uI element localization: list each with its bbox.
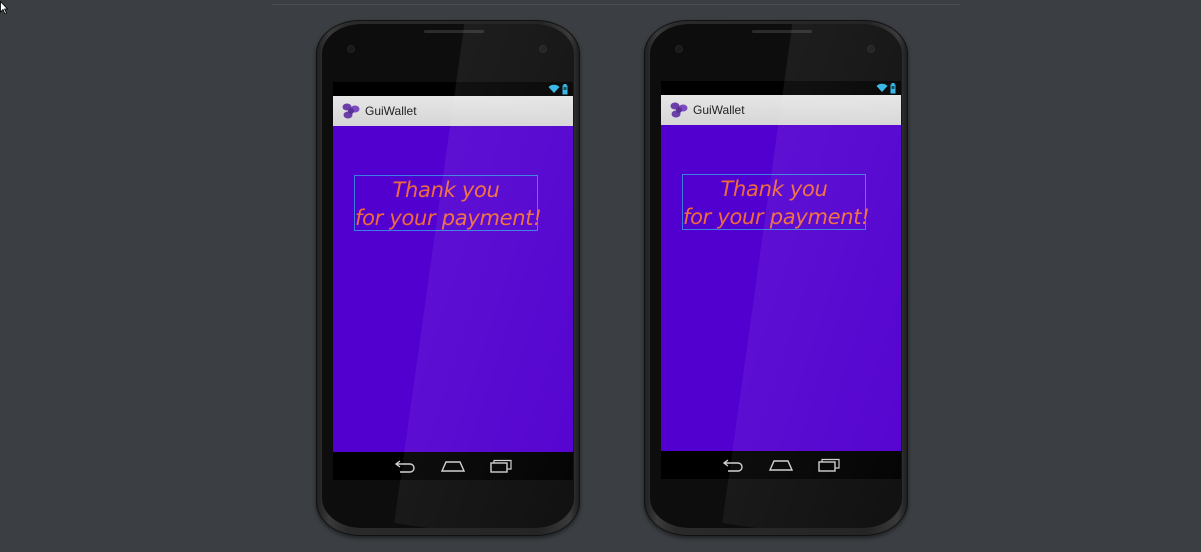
status-bar bbox=[333, 82, 573, 96]
message-line-2: for your payment! bbox=[355, 206, 542, 230]
status-icons bbox=[548, 83, 568, 95]
home-button[interactable] bbox=[437, 456, 469, 476]
guiwallet-logo-icon[interactable] bbox=[669, 100, 689, 120]
device-speaker bbox=[752, 30, 812, 33]
recent-apps-button[interactable] bbox=[813, 455, 845, 475]
battery-icon bbox=[890, 82, 896, 93]
back-button[interactable] bbox=[717, 455, 749, 475]
action-bar: GuiWallet bbox=[661, 95, 901, 125]
battery-icon bbox=[562, 83, 568, 94]
navigation-bar bbox=[661, 451, 901, 479]
payment-message: Thank you for your payment! bbox=[682, 174, 870, 230]
wifi-icon bbox=[876, 83, 888, 92]
device-preview-left: GuiWallet Thank you for your payment! bbox=[316, 20, 580, 536]
main-content: Thank you for your payment! bbox=[661, 125, 901, 451]
device-screen: GuiWallet Thank you for your payment! bbox=[333, 82, 573, 480]
device-sensor-dot bbox=[676, 46, 682, 52]
payment-message: Thank you for your payment! bbox=[354, 175, 542, 231]
device-preview-right: GuiWallet Thank you for your payment! bbox=[644, 20, 908, 536]
device-screen: GuiWallet Thank you for your payment! bbox=[661, 81, 901, 479]
back-icon bbox=[722, 459, 743, 472]
device-camera-dot bbox=[540, 46, 546, 52]
recent-apps-icon bbox=[818, 458, 840, 472]
device-sensor-dot bbox=[348, 46, 354, 52]
back-button[interactable] bbox=[389, 456, 421, 476]
window-divider bbox=[272, 4, 960, 5]
device-speaker bbox=[424, 30, 484, 33]
main-content: Thank you for your payment! bbox=[333, 126, 573, 452]
app-title: GuiWallet bbox=[693, 103, 745, 117]
status-bar bbox=[661, 81, 901, 95]
action-bar: GuiWallet bbox=[333, 96, 573, 126]
home-icon bbox=[769, 460, 793, 471]
message-line-1: Thank you bbox=[720, 177, 828, 201]
status-icons bbox=[876, 82, 896, 94]
guiwallet-logo-icon[interactable] bbox=[341, 101, 361, 121]
back-icon bbox=[394, 460, 415, 473]
home-icon bbox=[441, 461, 465, 472]
recent-apps-icon bbox=[490, 459, 512, 473]
navigation-bar bbox=[333, 452, 573, 480]
message-line-1: Thank you bbox=[392, 178, 500, 202]
device-face: GuiWallet Thank you for your payment! bbox=[650, 24, 902, 528]
wifi-icon bbox=[548, 84, 560, 93]
device-face: GuiWallet Thank you for your payment! bbox=[322, 24, 574, 528]
device-camera-dot bbox=[868, 46, 874, 52]
home-button[interactable] bbox=[765, 455, 797, 475]
message-line-2: for your payment! bbox=[683, 205, 870, 229]
app-title: GuiWallet bbox=[365, 104, 417, 118]
mouse-cursor-icon bbox=[0, 1, 8, 15]
recent-apps-button[interactable] bbox=[485, 456, 517, 476]
